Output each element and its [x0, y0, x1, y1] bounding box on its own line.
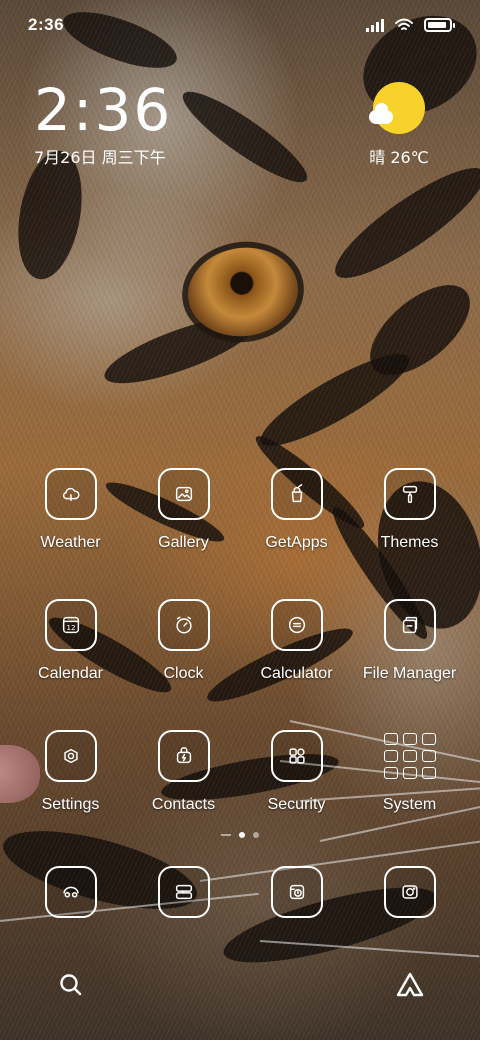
calculator-icon[interactable]: [270, 599, 323, 651]
assistant-icon[interactable]: [394, 970, 426, 1000]
app-label: GetApps: [265, 534, 328, 551]
bottom-bar: [0, 962, 480, 1006]
page-dot: [253, 832, 259, 838]
calendar-icon-day: 12: [66, 623, 75, 632]
app-calculator[interactable]: Calculator: [240, 599, 353, 683]
app-themes[interactable]: Themes: [353, 468, 466, 552]
app-label: Gallery: [158, 534, 209, 551]
app-clock[interactable]: Clock: [127, 599, 240, 683]
clock-date: 7月26日 周三下午: [34, 148, 166, 167]
security-icon[interactable]: [270, 730, 323, 782]
clock-time: 2:36: [34, 76, 173, 144]
app-contacts[interactable]: Contacts: [127, 730, 240, 814]
app-label: Calculator: [260, 665, 333, 682]
weather-icon[interactable]: [44, 468, 97, 520]
app-file-manager[interactable]: File Manager: [353, 599, 466, 683]
app-label: Themes: [380, 534, 439, 551]
app-weather[interactable]: Weather: [14, 468, 127, 552]
app-security[interactable]: Security: [240, 730, 353, 814]
status-bar: 2:36: [0, 0, 480, 50]
app-folder-system[interactable]: System: [353, 730, 466, 814]
file-manager-icon[interactable]: [383, 599, 436, 651]
page-indicator-line: [221, 834, 231, 836]
clock-widget[interactable]: 2:36 7月26日 周三下午: [34, 80, 172, 168]
phone-icon[interactable]: [44, 866, 97, 918]
folder-icon[interactable]: [380, 730, 440, 782]
search-icon[interactable]: [56, 970, 86, 1000]
page-dot-active: [239, 832, 245, 838]
app-label: Contacts: [151, 796, 216, 813]
settings-icon[interactable]: [44, 730, 97, 782]
app-getapps[interactable]: GetApps: [240, 468, 353, 552]
messages-icon[interactable]: [157, 866, 210, 918]
app-label: System: [382, 796, 437, 813]
app-settings[interactable]: Settings: [14, 730, 127, 814]
app-label: Settings: [41, 796, 100, 813]
wifi-icon: [395, 18, 413, 30]
app-gallery[interactable]: Gallery: [127, 468, 240, 552]
app-label: Security: [267, 796, 326, 813]
calendar-icon[interactable]: 12: [44, 599, 97, 651]
gallery-icon[interactable]: [157, 468, 210, 520]
getapps-icon[interactable]: [270, 468, 323, 520]
weather-widget[interactable]: 晴 26℃: [354, 82, 444, 168]
app-label: Clock: [163, 665, 204, 682]
app-label: File Manager: [362, 665, 457, 682]
status-time: 2:36: [28, 15, 65, 34]
signal-icon: [366, 18, 384, 32]
sun-cloud-icon: [369, 82, 425, 134]
app-label: Calendar: [38, 665, 103, 682]
app-grid: Weather Gallery GetApps Themes 12 Calend…: [14, 468, 466, 814]
page-indicator[interactable]: [0, 832, 480, 838]
app-label: Weather: [40, 534, 101, 551]
weather-text: 晴 26℃: [369, 148, 429, 167]
browser-icon[interactable]: [270, 866, 323, 918]
status-icons: [366, 17, 455, 33]
battery-icon: [424, 18, 455, 32]
camera-icon[interactable]: [383, 866, 436, 918]
clock-icon[interactable]: [157, 599, 210, 651]
dock: [14, 866, 466, 918]
themes-icon[interactable]: [383, 468, 436, 520]
contacts-icon[interactable]: [157, 730, 210, 782]
app-calendar[interactable]: 12 Calendar: [14, 599, 127, 683]
